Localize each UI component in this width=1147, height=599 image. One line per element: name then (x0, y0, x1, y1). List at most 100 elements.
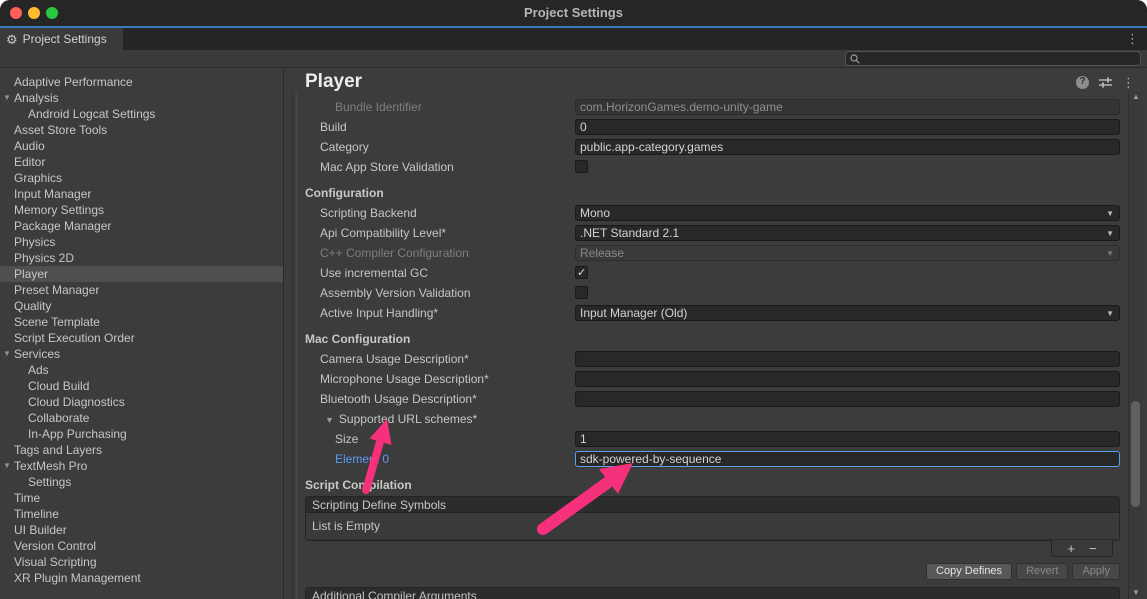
checkbox[interactable] (575, 286, 588, 299)
remove-element-button[interactable]: − (1089, 542, 1097, 555)
revert-button[interactable]: Revert (1016, 563, 1068, 580)
expander-icon[interactable]: ▼ (3, 346, 11, 362)
sidebar-item-package-manager[interactable]: Package Manager (0, 218, 283, 234)
titlebar: Project Settings (0, 0, 1147, 26)
sidebar-item-graphics[interactable]: Graphics (0, 170, 283, 186)
field-label: Api Compatibility Level* (285, 223, 446, 243)
text-field[interactable]: 0 (575, 119, 1120, 135)
sidebar-item-cloud-build[interactable]: Cloud Build (0, 378, 283, 394)
sidebar-item-memory-settings[interactable]: Memory Settings (0, 202, 283, 218)
sidebar-item-label: Player (14, 266, 48, 282)
sidebar-item-quality[interactable]: Quality (0, 298, 283, 314)
sidebar-item-label: Physics (14, 234, 55, 250)
sidebar-item-visual-scripting[interactable]: Visual Scripting (0, 554, 283, 570)
dropdown[interactable]: Mono▼ (575, 205, 1120, 221)
sidebar-item-physics-2d[interactable]: Physics 2D (0, 250, 283, 266)
sidebar-item-textmesh-pro[interactable]: ▼TextMesh Pro (0, 458, 283, 474)
dropdown-caret-icon: ▼ (1106, 247, 1114, 260)
sidebar-item-time[interactable]: Time (0, 490, 283, 506)
sidebar-item-asset-store-tools[interactable]: Asset Store Tools (0, 122, 283, 138)
window-title: Project Settings (0, 0, 1147, 26)
search-input[interactable] (863, 53, 1136, 65)
tab-menu-icon[interactable]: ⋮ (1126, 31, 1139, 47)
sidebar-item-label: In-App Purchasing (28, 426, 127, 442)
text-field[interactable]: com.HorizonGames.demo-unity-game (575, 99, 1120, 115)
section-header: Mac Configuration (285, 323, 1120, 349)
apply-button[interactable]: Apply (1072, 563, 1120, 580)
field-value: 0 (580, 121, 587, 134)
sidebar-item-preset-manager[interactable]: Preset Manager (0, 282, 283, 298)
field-label: Build (285, 117, 347, 137)
additional-compiler-arguments-list: Additional Compiler Arguments (305, 587, 1120, 599)
property-row: Active Input Handling*Input Manager (Old… (285, 303, 1120, 323)
sidebar-item-physics[interactable]: Physics (0, 234, 283, 250)
tab-project-settings[interactable]: ⚙ Project Settings (0, 28, 123, 50)
sidebar-item-ads[interactable]: Ads (0, 362, 283, 378)
sidebar-item-collaborate[interactable]: Collaborate (0, 410, 283, 426)
property-row: Element 0sdk-powered-by-sequence (285, 449, 1120, 469)
checkbox[interactable] (575, 160, 588, 173)
sidebar-item-script-execution-order[interactable]: Script Execution Order (0, 330, 283, 346)
sidebar-item-label: Time (14, 490, 40, 506)
text-field[interactable] (575, 351, 1120, 367)
toolbar (0, 50, 1147, 68)
field-label: Use incremental GC (285, 263, 428, 283)
sidebar-item-label: Scene Template (14, 314, 100, 330)
scroll-up-icon[interactable]: ▲ (1129, 91, 1143, 103)
kebab-menu-icon[interactable]: ⋮ (1122, 76, 1135, 89)
property-row: Bluetooth Usage Description* (285, 389, 1120, 409)
sidebar-item-input-manager[interactable]: Input Manager (0, 186, 283, 202)
search-icon (850, 54, 860, 64)
sidebar-item-in-app-purchasing[interactable]: In-App Purchasing (0, 426, 283, 442)
search-box[interactable] (845, 51, 1141, 66)
sidebar-item-version-control[interactable]: Version Control (0, 538, 283, 554)
sidebar-item-tags-and-layers[interactable]: Tags and Layers (0, 442, 283, 458)
scrollbar-thumb[interactable] (1131, 401, 1140, 507)
list-header[interactable]: Scripting Define Symbols (306, 497, 1119, 513)
dropdown[interactable]: .NET Standard 2.1▼ (575, 225, 1120, 241)
sidebar-item-audio[interactable]: Audio (0, 138, 283, 154)
sidebar-item-services[interactable]: ▼Services (0, 346, 283, 362)
sidebar-item-settings[interactable]: Settings (0, 474, 283, 490)
list-empty-row: List is Empty (306, 513, 1119, 540)
expander-icon[interactable]: ▼ (3, 90, 11, 106)
sidebar-item-label: Cloud Diagnostics (28, 394, 125, 410)
dropdown[interactable]: Release▼ (575, 245, 1120, 261)
sidebar-item-analysis[interactable]: ▼Analysis (0, 90, 283, 106)
foldout-arrow-icon[interactable]: ▼ (325, 415, 334, 425)
foldout[interactable]: ▼Supported URL schemes* (285, 409, 477, 430)
text-field[interactable]: sdk-powered-by-sequence (575, 451, 1120, 467)
vertical-scrollbar[interactable]: ▲ ▼ (1128, 91, 1142, 599)
sidebar-item-android-logcat-settings[interactable]: Android Logcat Settings (0, 106, 283, 122)
sidebar-item-label: Physics 2D (14, 250, 74, 266)
preset-icon[interactable] (1098, 76, 1113, 89)
add-element-button[interactable]: + (1067, 542, 1075, 555)
define-actions: Copy Defines Revert Apply (926, 563, 1120, 580)
sidebar-item-timeline[interactable]: Timeline (0, 506, 283, 522)
sidebar-item-xr-plugin-management[interactable]: XR Plugin Management (0, 570, 283, 586)
section-title: Script Compilation (305, 478, 412, 492)
sidebar-item-editor[interactable]: Editor (0, 154, 283, 170)
checkbox[interactable] (575, 266, 588, 279)
sidebar-item-label: TextMesh Pro (14, 458, 87, 474)
expander-icon[interactable]: ▼ (3, 458, 11, 474)
sidebar-item-cloud-diagnostics[interactable]: Cloud Diagnostics (0, 394, 283, 410)
text-field[interactable] (575, 391, 1120, 407)
sidebar-item-adaptive-performance[interactable]: Adaptive Performance (0, 74, 283, 90)
copy-defines-button[interactable]: Copy Defines (926, 563, 1012, 580)
help-icon[interactable]: ? (1076, 76, 1089, 89)
sidebar-item-player[interactable]: Player (0, 266, 283, 282)
text-field[interactable] (575, 371, 1120, 387)
property-row: ▼Supported URL schemes* (285, 409, 1120, 429)
text-field[interactable]: 1 (575, 431, 1120, 447)
sidebar-item-label: Tags and Layers (14, 442, 102, 458)
scripting-define-symbols-list: Scripting Define Symbols List is Empty (305, 496, 1120, 541)
dropdown[interactable]: Input Manager (Old)▼ (575, 305, 1120, 321)
text-field[interactable]: public.app-category.games (575, 139, 1120, 155)
scroll-down-icon[interactable]: ▼ (1129, 587, 1143, 599)
sidebar-item-scene-template[interactable]: Scene Template (0, 314, 283, 330)
sidebar-item-label: Adaptive Performance (14, 74, 133, 90)
property-row: C++ Compiler ConfigurationRelease▼ (285, 243, 1120, 263)
dropdown-caret-icon: ▼ (1106, 207, 1114, 220)
sidebar-item-ui-builder[interactable]: UI Builder (0, 522, 283, 538)
